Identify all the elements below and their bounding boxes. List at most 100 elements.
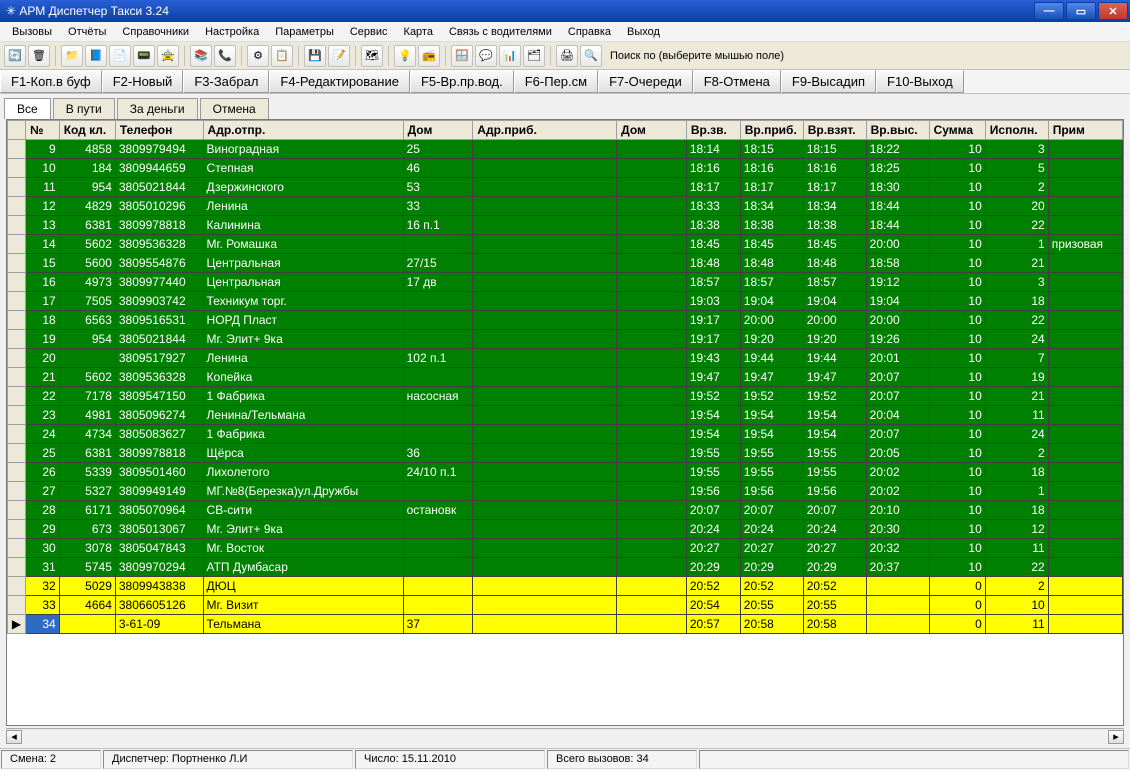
col-header-7[interactable]: Дом	[617, 121, 687, 140]
tab-0[interactable]: Все	[4, 98, 51, 119]
menu-1[interactable]: Отчёты	[60, 24, 114, 40]
tool-search[interactable]: 🔍	[580, 45, 602, 67]
col-header-11[interactable]: Вр.выс.	[866, 121, 929, 140]
tool-window[interactable]: 🪟	[451, 45, 473, 67]
menu-3[interactable]: Настройка	[197, 24, 267, 40]
col-header-8[interactable]: Вр.зв.	[686, 121, 740, 140]
table-row[interactable]: 24473438050836271 Фабрика19:5419:5419:54…	[8, 425, 1123, 444]
tab-3[interactable]: Отмена	[200, 98, 269, 119]
col-header-12[interactable]: Сумма	[929, 121, 985, 140]
table-row[interactable]: 3030783805047843Мг. Восток20:2720:2720:2…	[8, 539, 1123, 558]
table-row[interactable]: ▶343-61-09Тельмана3720:5720:5820:58011	[8, 615, 1123, 634]
table-row[interactable]: 1775053809903742Техникум торг.19:0319:04…	[8, 292, 1123, 311]
col-header-6[interactable]: Адр.приб.	[473, 121, 617, 140]
col-header-14[interactable]: Прим	[1048, 121, 1122, 140]
tool-stack[interactable]: 📚	[190, 45, 212, 67]
tool-radio[interactable]: 📻	[418, 45, 440, 67]
statusbar: Смена: 2 Диспетчер: Портненко Л.И Число:…	[0, 748, 1130, 770]
tab-1[interactable]: В пути	[53, 98, 115, 119]
tool-station[interactable]: 📟	[133, 45, 155, 67]
table-row[interactable]: 1363813809978818Калинина16 п.118:3818:38…	[8, 216, 1123, 235]
horizontal-scrollbar[interactable]: ◂ ▸	[6, 728, 1124, 744]
table-row[interactable]: 199543805021844Мг. Элит+ 9ка19:1719:2019…	[8, 330, 1123, 349]
col-header-1[interactable]: №	[25, 121, 59, 140]
status-spacer	[699, 750, 1129, 769]
table-row[interactable]: 296733805013067Мг. Элит+ 9ка20:2420:2420…	[8, 520, 1123, 539]
table-row[interactable]: 3250293809943838ДЮЦ20:5220:5220:5202	[8, 577, 1123, 596]
tool-bulb[interactable]: 💡	[394, 45, 416, 67]
col-header-0[interactable]	[8, 121, 26, 140]
tool-map[interactable]: 🗺	[361, 45, 383, 67]
table-row[interactable]: 203809517927Ленина102 п.119:4319:4419:44…	[8, 349, 1123, 368]
table-row[interactable]: 2156023809536328Копейка19:4719:4719:4720…	[8, 368, 1123, 387]
fn-button-1[interactable]: F1-Коп.в буф	[0, 70, 102, 93]
menu-8[interactable]: Справка	[560, 24, 619, 40]
table-row[interactable]: 3157453809970294АТП Думбасар20:2920:2920…	[8, 558, 1123, 577]
fn-button-7[interactable]: F7-Очереди	[598, 70, 693, 93]
table-row[interactable]: 2653393809501460Лихолетого24/10 п.119:55…	[8, 463, 1123, 482]
menu-6[interactable]: Карта	[396, 24, 441, 40]
table-row[interactable]: 2753273809949149МГ.№8(Березка)ул.Дружбы1…	[8, 482, 1123, 501]
fn-button-4[interactable]: F4-Редактирование	[269, 70, 410, 93]
fn-button-10[interactable]: F10-Выход	[876, 70, 964, 93]
menu-5[interactable]: Сервис	[342, 24, 396, 40]
tool-book[interactable]: 📘	[85, 45, 107, 67]
fn-button-6[interactable]: F6-Пер.см	[514, 70, 598, 93]
menu-0[interactable]: Вызовы	[4, 24, 60, 40]
menubar: ВызовыОтчётыСправочникиНастройкаПараметр…	[0, 22, 1130, 42]
fn-button-5[interactable]: F5-Вр.пр.вод.	[410, 70, 514, 93]
close-button[interactable]: ✕	[1098, 2, 1128, 20]
tab-2[interactable]: За деньги	[117, 98, 198, 119]
table-row[interactable]: 22717838095471501 Фабриканасосная19:5219…	[8, 387, 1123, 406]
tool-delete[interactable]: 🗑	[28, 45, 50, 67]
table-row[interactable]: 1456023809536328Мг. Ромашка18:4518:4518:…	[8, 235, 1123, 254]
col-header-10[interactable]: Вр.взят.	[803, 121, 866, 140]
tool-card[interactable]: 🗂	[523, 45, 545, 67]
tool-save[interactable]: 💾	[304, 45, 326, 67]
minimize-button[interactable]: —	[1034, 2, 1064, 20]
tool-phone[interactable]: 📞	[214, 45, 236, 67]
table-row[interactable]: 101843809944659Степная4618:1618:1618:161…	[8, 159, 1123, 178]
table-row[interactable]: 1649733809977440Центральная17 дв18:5718:…	[8, 273, 1123, 292]
status-dispatcher: Диспетчер: Портненко Л.И	[103, 750, 353, 769]
tool-folder[interactable]: 📁	[61, 45, 83, 67]
tool-refresh[interactable]: 🔄	[4, 45, 26, 67]
fn-button-9[interactable]: F9-Высадип	[781, 70, 876, 93]
status-date: Число: 15.11.2010	[355, 750, 545, 769]
fn-button-3[interactable]: F3-Забрал	[183, 70, 269, 93]
tool-print[interactable]: 🖨	[556, 45, 578, 67]
table-row[interactable]: 1556003809554876Центральная27/1518:4818:…	[8, 254, 1123, 273]
table-row[interactable]: 119543805021844Дзержинского5318:1718:171…	[8, 178, 1123, 197]
col-header-13[interactable]: Исполн.	[985, 121, 1048, 140]
tool-doc[interactable]: 📄	[109, 45, 131, 67]
tool-chat[interactable]: 💬	[475, 45, 497, 67]
menu-4[interactable]: Параметры	[267, 24, 342, 40]
menu-9[interactable]: Выход	[619, 24, 668, 40]
tool-settings[interactable]: ⚙	[247, 45, 269, 67]
fn-button-8[interactable]: F8-Отмена	[693, 70, 781, 93]
menu-2[interactable]: Справочники	[114, 24, 197, 40]
col-header-9[interactable]: Вр.приб.	[740, 121, 803, 140]
scroll-track[interactable]	[22, 730, 1108, 744]
fn-button-2[interactable]: F2-Новый	[102, 70, 184, 93]
scroll-left[interactable]: ◂	[6, 730, 22, 744]
table-row[interactable]: 1865633809516531НОРД Пласт19:1720:0020:0…	[8, 311, 1123, 330]
tool-clipboard[interactable]: 📝	[328, 45, 350, 67]
scroll-right[interactable]: ▸	[1108, 730, 1124, 744]
maximize-button[interactable]: ▭	[1066, 2, 1096, 20]
tool-list[interactable]: 📋	[271, 45, 293, 67]
menu-7[interactable]: Связь с водителями	[441, 24, 560, 40]
tool-report[interactable]: 📊	[499, 45, 521, 67]
table-row[interactable]: 1248293805010296Ленина3318:3318:3418:341…	[8, 197, 1123, 216]
call-grid[interactable]: №Код кл.ТелефонАдр.отпр.ДомАдр.приб.ДомВ…	[6, 119, 1124, 726]
col-header-2[interactable]: Код кл.	[59, 121, 115, 140]
col-header-5[interactable]: Дом	[403, 121, 473, 140]
table-row[interactable]: 2861713805070964СВ-ситиостановк20:0720:0…	[8, 501, 1123, 520]
table-row[interactable]: 3346643806605126Мг. Визит20:5420:5520:55…	[8, 596, 1123, 615]
col-header-4[interactable]: Адр.отпр.	[203, 121, 403, 140]
table-row[interactable]: 2349813805096274Ленина/Тельмана19:5419:5…	[8, 406, 1123, 425]
tool-car[interactable]: 🚖	[157, 45, 179, 67]
col-header-3[interactable]: Телефон	[115, 121, 203, 140]
table-row[interactable]: 948583809979494Виноградная2518:1418:1518…	[8, 140, 1123, 159]
table-row[interactable]: 2563813809978818Щёрса3619:5519:5519:5520…	[8, 444, 1123, 463]
